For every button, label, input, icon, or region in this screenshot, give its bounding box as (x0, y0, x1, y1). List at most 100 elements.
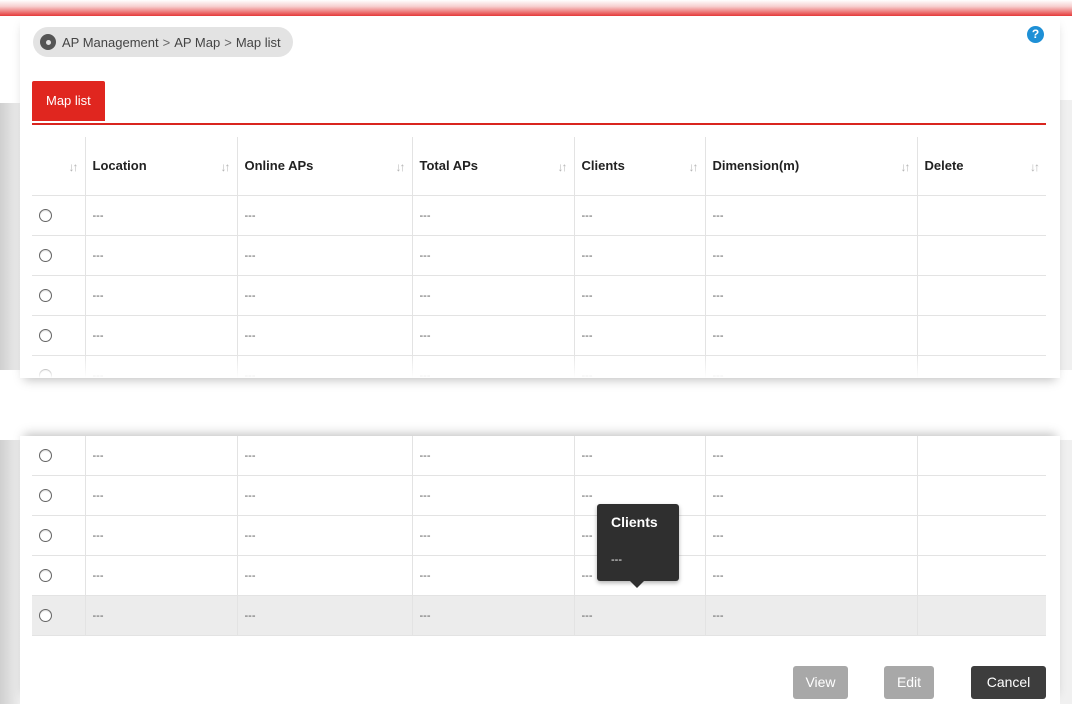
cell-dimension: --- (705, 275, 918, 316)
cell-clients: --- (574, 315, 706, 356)
cell-clients: --- (574, 195, 706, 236)
window-top-bar (0, 0, 1072, 16)
cell-online-aps: --- (237, 315, 413, 356)
clients-tooltip: Clients --- (597, 504, 679, 588)
cell-online-aps: --- (237, 475, 413, 516)
row-select-radio[interactable] (39, 489, 52, 502)
sort-icon[interactable]: ↓↑ (558, 160, 568, 174)
sort-icon[interactable]: ↓↑ (901, 160, 911, 174)
cell-clients: --- (574, 235, 706, 276)
cell-online-aps: --- (237, 235, 413, 276)
cell-dimension: --- (705, 436, 918, 476)
cell-total-aps: --- (412, 555, 575, 596)
tooltip-title: Clients (611, 514, 658, 530)
breadcrumb-item-map-list: Map list (235, 34, 281, 50)
cell-location: --- (85, 195, 238, 236)
cell-location: --- (85, 555, 238, 596)
cell-dimension: --- (705, 595, 918, 636)
cell-total-aps: --- (412, 595, 575, 636)
column-header-select[interactable]: ↓↑ (32, 137, 86, 196)
column-header-clients[interactable]: Clients ↓↑ (574, 137, 706, 196)
row-select-radio[interactable] (39, 569, 52, 582)
column-header-location[interactable]: Location ↓↑ (85, 137, 238, 196)
cell-total-aps: --- (412, 436, 575, 476)
cell-delete (917, 436, 1046, 476)
cell-location: --- (85, 515, 238, 556)
tooltip-value: --- (611, 554, 622, 566)
cell-total-aps: --- (412, 275, 575, 316)
column-header-dimension[interactable]: Dimension(m) ↓↑ (705, 137, 918, 196)
table-row: --- --- --- --- --- (32, 275, 1046, 316)
breadcrumb-item-ap-map[interactable]: AP Map (174, 35, 220, 50)
table-row: --- --- --- --- --- (32, 475, 1046, 516)
sort-icon[interactable]: ↓↑ (396, 160, 406, 174)
cell-online-aps: --- (237, 595, 413, 636)
breadcrumb-item-ap-management[interactable]: AP Management (62, 35, 159, 50)
cell-dimension: --- (705, 475, 918, 516)
cell-delete (917, 315, 1046, 356)
cell-delete (917, 475, 1046, 516)
column-header-total-aps[interactable]: Total APs ↓↑ (412, 137, 575, 196)
breadcrumb-separator: > (224, 34, 232, 50)
edit-button[interactable]: Edit (884, 666, 934, 699)
cell-online-aps: --- (237, 515, 413, 556)
row-select-radio[interactable] (39, 209, 52, 222)
cell-total-aps: --- (412, 315, 575, 356)
cell-location: --- (85, 315, 238, 356)
cell-delete (917, 195, 1046, 236)
cell-total-aps: --- (412, 235, 575, 276)
cell-delete (917, 555, 1046, 596)
row-select-radio[interactable] (39, 289, 52, 302)
cell-location: --- (85, 475, 238, 516)
help-icon[interactable]: ? (1027, 26, 1044, 43)
cell-location: --- (85, 595, 238, 636)
row-select-radio[interactable] (39, 249, 52, 262)
breadcrumb: AP Management > AP Map > Map list (33, 27, 293, 57)
cell-clients: --- (574, 595, 706, 636)
sort-icon[interactable]: ↓↑ (689, 160, 699, 174)
table-row: --- --- --- --- --- (32, 195, 1046, 236)
row-select-radio[interactable] (39, 449, 52, 462)
cancel-button[interactable]: Cancel (971, 666, 1046, 699)
cell-delete (917, 515, 1046, 556)
table-row: --- --- --- --- --- (32, 235, 1046, 276)
cell-delete (917, 595, 1046, 636)
backdrop-left-edge (0, 440, 20, 704)
breadcrumb-separator: > (162, 34, 171, 50)
cell-dimension: --- (705, 195, 918, 236)
map-list-panel-bottom: --- --- --- --- --- --- --- --- --- --- … (20, 436, 1060, 704)
cell-delete (917, 235, 1046, 276)
backdrop-right-edge (1059, 100, 1072, 370)
cell-dimension: --- (705, 555, 918, 596)
cell-online-aps: --- (237, 555, 413, 596)
table-row: --- --- --- --- --- (32, 315, 1046, 356)
table-row: --- --- --- --- --- (32, 515, 1046, 556)
cell-online-aps: --- (237, 195, 413, 236)
tab-map-list[interactable]: Map list (32, 81, 105, 121)
table-row: --- --- --- --- --- (32, 555, 1046, 596)
sort-icon[interactable]: ↓↑ (69, 160, 79, 174)
backdrop-right-edge (1059, 440, 1072, 704)
sort-icon[interactable]: ↓↑ (221, 160, 231, 174)
cell-clients: --- (574, 275, 706, 316)
column-header-online-aps[interactable]: Online APs ↓↑ (237, 137, 413, 196)
tab-bar: Map list (32, 81, 1046, 125)
map-list-panel-top: AP Management > AP Map > Map list ? Map … (20, 16, 1060, 378)
sort-icon[interactable]: ↓↑ (1030, 160, 1040, 174)
row-select-radio[interactable] (39, 609, 52, 622)
backdrop-left-edge (0, 103, 20, 370)
cell-online-aps: --- (237, 436, 413, 476)
table-header-row: ↓↑ Location ↓↑ Online APs ↓↑ Total APs ↓↑ C… (32, 137, 1046, 196)
cell-dimension: --- (705, 315, 918, 356)
view-button[interactable]: View (793, 666, 848, 699)
column-header-delete[interactable]: Delete ↓↑ (917, 137, 1046, 196)
row-select-radio[interactable] (39, 329, 52, 342)
cell-dimension: --- (705, 515, 918, 556)
cell-location: --- (85, 235, 238, 276)
row-select-radio[interactable] (39, 529, 52, 542)
cell-online-aps: --- (237, 275, 413, 316)
map-list-table: ↓↑ Location ↓↑ Online APs ↓↑ Total APs ↓↑ C… (32, 137, 1046, 378)
map-list-table-continued: --- --- --- --- --- --- --- --- --- --- … (32, 436, 1046, 636)
table-row-hovered: --- --- --- --- --- (32, 595, 1046, 636)
cell-total-aps: --- (412, 515, 575, 556)
